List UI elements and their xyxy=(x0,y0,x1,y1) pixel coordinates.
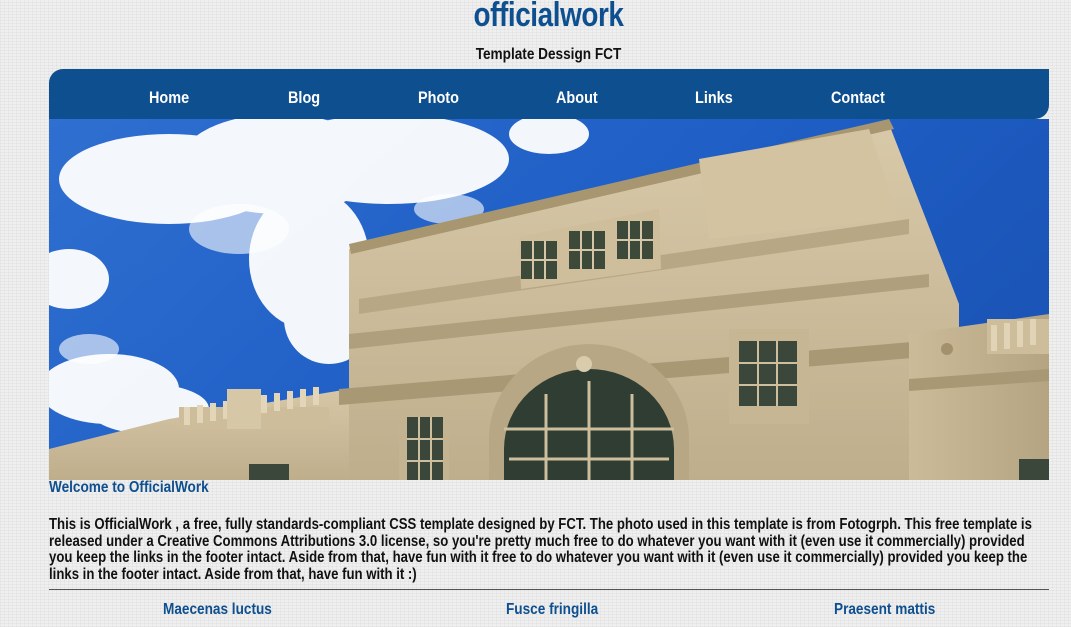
column-heading-maecenas[interactable]: Maecenas luctus xyxy=(163,601,272,619)
site-subtitle: Template Dessign FCT xyxy=(475,46,622,63)
nav-links[interactable]: Links xyxy=(695,69,733,119)
site-title: officialwork xyxy=(473,0,624,34)
nav-photo[interactable]: Photo xyxy=(418,69,459,119)
column-heading-fusce[interactable]: Fusce fringilla xyxy=(506,601,598,619)
main-navbar: Home Blog Photo About Links Contact xyxy=(49,69,1049,119)
nav-home[interactable]: Home xyxy=(149,69,189,119)
hero-building-photo xyxy=(49,119,1049,480)
column-heading-praesent[interactable]: Praesent mattis xyxy=(834,601,935,619)
nav-blog[interactable]: Blog xyxy=(288,69,320,119)
content-divider xyxy=(49,589,1049,590)
nav-about[interactable]: About xyxy=(556,69,598,119)
building-photo-icon xyxy=(49,119,1049,480)
welcome-heading: Welcome to OfficialWork xyxy=(49,479,209,496)
intro-paragraph: This is OfficialWork , a free, fully sta… xyxy=(49,516,1032,583)
nav-contact[interactable]: Contact xyxy=(831,69,885,119)
